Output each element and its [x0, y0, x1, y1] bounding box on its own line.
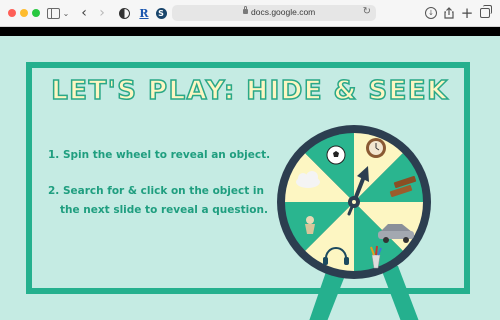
- figurine-icon: [305, 216, 315, 234]
- share-icon[interactable]: [443, 4, 455, 22]
- instruction-step-2-line-2: the next slide to reveal a question.: [60, 204, 268, 216]
- zoom-window-button[interactable]: [32, 9, 40, 17]
- privacy-shield-icon[interactable]: [117, 4, 131, 22]
- slide-title: Let's Play: Hide & Seek: [50, 75, 449, 107]
- slide-canvas: Let's Play: Hide & Seek 1. Spin the whee…: [0, 36, 500, 320]
- extension-r-icon[interactable]: R: [138, 4, 150, 22]
- tab-overview-icon[interactable]: [479, 4, 492, 22]
- close-window-button[interactable]: [8, 9, 16, 17]
- reload-icon[interactable]: ↻: [363, 6, 371, 17]
- soccer-ball-icon: [326, 145, 346, 165]
- extension-s-icon[interactable]: S: [155, 4, 167, 22]
- instruction-step-2-line-1: 2. Search for & click on the object in: [48, 185, 265, 197]
- spin-wheel[interactable]: [270, 116, 445, 320]
- download-icon[interactable]: ↓: [425, 4, 437, 22]
- url-text: docs.google.com: [251, 7, 316, 17]
- lock-icon: [243, 6, 248, 14]
- forward-arrow-icon[interactable]: ›: [96, 4, 108, 22]
- back-arrow-icon[interactable]: ‹: [78, 4, 90, 22]
- new-tab-icon[interactable]: +: [461, 4, 474, 22]
- chevron-down-icon[interactable]: ⌄: [62, 4, 70, 22]
- browser-toolbar: ⌄ ‹ › R S docs.google.com ↻ ↓ +: [0, 0, 500, 27]
- wheel-stand-right-leg: [380, 266, 419, 320]
- sidebar-toggle-icon[interactable]: [46, 4, 60, 22]
- minimize-window-button[interactable]: [20, 9, 28, 17]
- instruction-step-1: 1. Spin the wheel to reveal an object.: [48, 149, 271, 161]
- address-bar[interactable]: docs.google.com ↻: [172, 5, 376, 21]
- clock-icon: [366, 138, 386, 158]
